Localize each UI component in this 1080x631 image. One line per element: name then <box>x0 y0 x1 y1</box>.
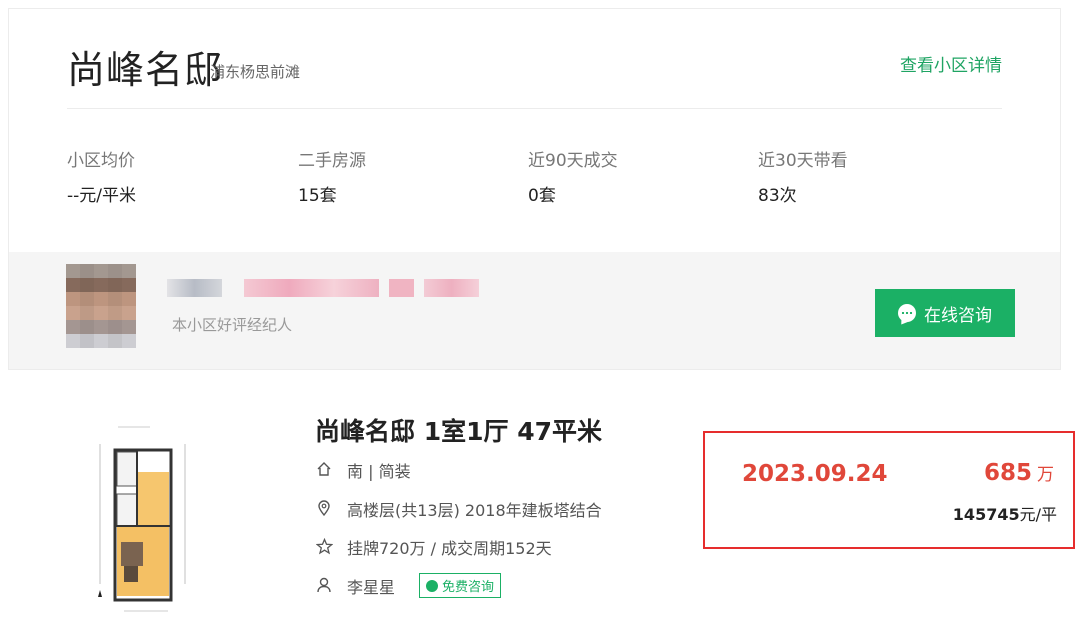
avatar[interactable] <box>66 264 136 348</box>
star-icon <box>315 537 333 556</box>
free-consult-button[interactable]: 免费咨询 <box>419 573 502 598</box>
stat-value: --元/平米 <box>67 186 136 206</box>
floorplan-image[interactable] <box>88 414 198 614</box>
stat-label: 近30天带看 <box>758 151 848 171</box>
community-detail-link[interactable]: 查看小区详情 <box>900 51 1002 76</box>
stat-label: 近90天成交 <box>528 151 618 171</box>
community-name: 尚峰名邸 <box>67 48 224 92</box>
deal-unit-price: 145745元/平 <box>953 501 1057 525</box>
stat-viewings-30: 近30天带看 83次 <box>758 146 978 206</box>
community-stats: 小区均价 --元/平米 二手房源 15套 近90天成交 0套 近30天带看 83… <box>67 146 967 216</box>
online-consult-button[interactable]: 在线咨询 <box>875 289 1015 337</box>
unit-price-suffix: 元/平 <box>1019 505 1057 524</box>
community-header: 尚峰名邸 浦东杨思前滩 查看小区详情 <box>67 39 1002 109</box>
chat-icon <box>426 579 439 592</box>
chat-icon <box>898 304 916 322</box>
stat-value: 0套 <box>528 186 556 206</box>
stat-value: 15套 <box>298 186 337 206</box>
blurred-agent-info <box>167 279 479 297</box>
deal-price: 685 万 <box>984 460 1054 486</box>
floor-text: 高楼层(共13层) 2018年建板塔结合 <box>347 501 602 520</box>
agent-name[interactable]: 李星星 <box>347 574 395 598</box>
listing-info-row: 挂牌720万 / 成交周期152天 <box>315 535 552 559</box>
free-consult-label: 免费咨询 <box>442 580 495 595</box>
online-consult-label: 在线咨询 <box>924 305 992 326</box>
floor-row: 高楼层(共13层) 2018年建板塔结合 <box>315 497 602 521</box>
community-card: 尚峰名邸 浦东杨思前滩 查看小区详情 小区均价 --元/平米 二手房源 15套 … <box>8 8 1061 370</box>
unit-price-value: 145745 <box>952 505 1020 524</box>
deal-price-value: 685 <box>983 460 1032 486</box>
listing-item: 尚峰名邸 1室1厅 47平米 南 | 简装 高楼层(共13层) 2018年建板塔… <box>0 400 1080 631</box>
agent-role: 本小区好评经纪人 <box>172 316 293 334</box>
deal-date: 2023.09.24 <box>742 461 888 487</box>
stat-label: 二手房源 <box>298 151 366 171</box>
listing-title[interactable]: 尚峰名邸 1室1厅 47平米 <box>315 412 602 448</box>
stat-second-hand: 二手房源 15套 <box>298 146 518 206</box>
orientation-text: 南 | 简装 <box>347 462 411 481</box>
deal-price-unit: 万 <box>1037 465 1054 485</box>
stat-deals-90: 近90天成交 0套 <box>528 146 748 206</box>
agent-row: 李星星 免费咨询 <box>315 573 502 598</box>
community-area: 浦东杨思前滩 <box>210 63 301 81</box>
stat-value: 83次 <box>758 186 797 206</box>
listing-info-text: 挂牌720万 / 成交周期152天 <box>347 539 552 558</box>
stat-avg-price: 小区均价 --元/平米 <box>67 146 287 206</box>
deal-highlight-box: 2023.09.24 685 万 145745元/平 <box>703 431 1075 549</box>
stat-label: 小区均价 <box>67 151 135 171</box>
agent-bar: 本小区好评经纪人 在线咨询 <box>9 252 1060 369</box>
user-icon <box>315 577 333 595</box>
orientation-row: 南 | 简装 <box>315 458 411 482</box>
location-icon <box>315 500 333 518</box>
home-icon <box>315 461 333 479</box>
